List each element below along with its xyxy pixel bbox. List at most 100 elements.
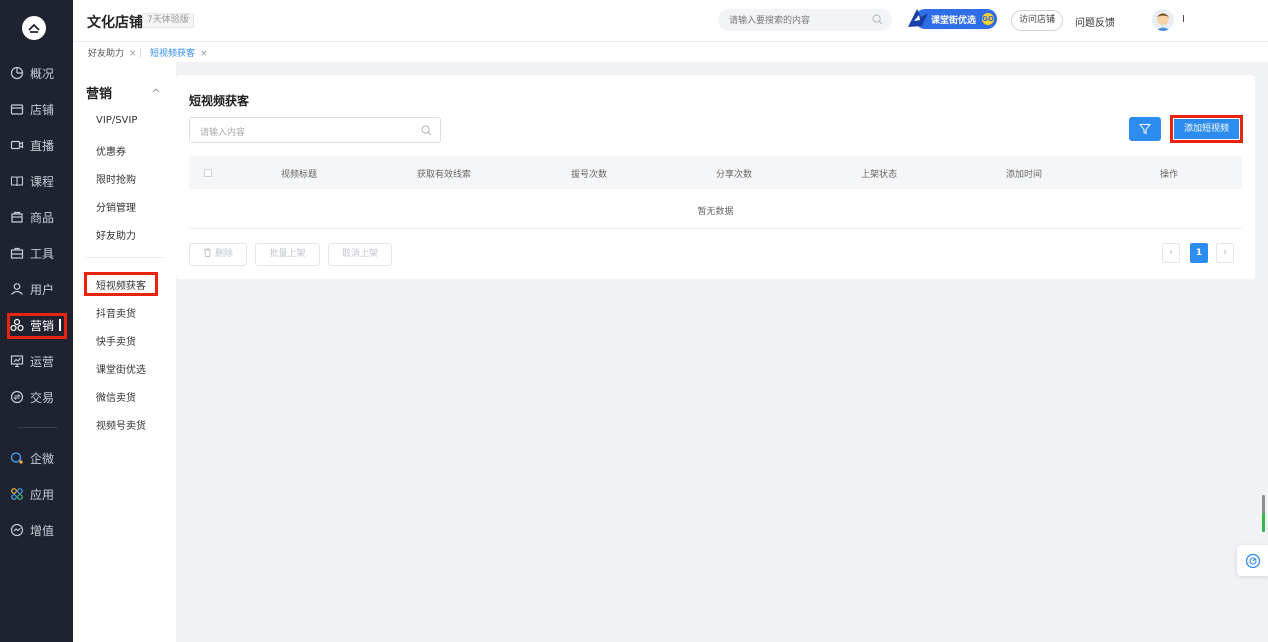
sub-item-friend-boost[interactable]: 好友助力	[96, 227, 136, 242]
nav-item-operation[interactable]: 运营	[0, 349, 73, 373]
search-icon[interactable]	[872, 14, 883, 25]
select-all-checkbox[interactable]	[204, 169, 212, 177]
user-icon	[10, 282, 24, 296]
live-icon	[10, 138, 24, 152]
table-header-cell: 视频标题	[280, 170, 318, 180]
scrollbar-thumb[interactable]	[1262, 513, 1265, 532]
nav-item-value-added[interactable]: 增值	[0, 518, 73, 542]
nav-label: 概况	[30, 66, 55, 81]
add-short-video-button[interactable]: 添加短视频	[1170, 115, 1243, 143]
empty-state-text: 暂无数据	[697, 207, 734, 217]
nav-label: 商品	[30, 210, 55, 225]
nav-highlight-box	[7, 313, 67, 339]
nav-item-user[interactable]: 用户	[0, 277, 73, 301]
nav-label: 企微	[30, 451, 55, 466]
nav-item-store[interactable]: 店铺	[0, 97, 73, 121]
table-header-cell: 分享次数	[715, 170, 753, 180]
close-icon[interactable]: ×	[129, 49, 137, 59]
nav-label: 店铺	[30, 102, 55, 117]
sub-item-highlight-box	[84, 272, 158, 296]
table-header: 视频标题 获取有效线索 拔号次数 分享次数 上架状态 添加时间 操作	[189, 156, 1242, 189]
tab-friend-boost[interactable]: 好友助力 ×	[88, 46, 137, 59]
nav-label: 工具	[30, 246, 55, 261]
table-header-cell: 上架状态	[860, 170, 898, 180]
pagination-next-button[interactable]: ›	[1216, 243, 1234, 263]
nav-label: 增值	[30, 523, 55, 538]
content-search-placeholder: 请输入内容	[200, 128, 246, 138]
promo-banner[interactable]: 课堂街优选 GO	[905, 5, 997, 31]
nav-item-course[interactable]: 课程	[0, 169, 73, 193]
avatar[interactable]	[1152, 9, 1174, 31]
customer-service-button[interactable]	[1237, 545, 1268, 576]
nav-item-tools[interactable]: 工具	[0, 241, 73, 265]
main-card: 短视频获客 请输入内容 添加短视频 视频标题 获取有效线索 拔号次数 分享次数 …	[176, 75, 1255, 279]
table-header-cell: 添加时间	[1005, 170, 1043, 180]
tab-short-video[interactable]: 短视频获客 ×	[150, 46, 208, 59]
filter-button[interactable]	[1129, 117, 1161, 141]
nav-active-indicator	[59, 319, 61, 331]
nav-label: 课程	[30, 174, 55, 189]
trade-icon	[10, 390, 24, 404]
tab-label: 好友助力	[88, 49, 125, 59]
close-icon[interactable]: ×	[200, 49, 208, 59]
nav-label: 应用	[30, 487, 55, 502]
filter-icon	[1139, 124, 1151, 135]
nav-label: 运营	[30, 354, 55, 369]
sub-item-vip[interactable]: VIP/SVIP	[96, 115, 137, 126]
customer-service-icon	[1245, 553, 1260, 568]
nav-divider	[18, 427, 58, 428]
nav-item-apps[interactable]: 应用	[0, 482, 73, 506]
nav-label: 直播	[30, 138, 55, 153]
sub-item-channels[interactable]: 视频号卖货	[96, 417, 146, 432]
sub-item-wechat[interactable]: 微信卖货	[96, 389, 136, 404]
nav-item-goods[interactable]: 商品	[0, 205, 73, 229]
tab-label: 短视频获客	[150, 49, 196, 59]
user-name[interactable]: I	[1182, 14, 1185, 25]
global-search-placeholder: 请输入要搜索的内容	[729, 16, 811, 26]
scrollbar[interactable]	[1262, 495, 1265, 532]
table-header-cell: 获取有效线索	[416, 170, 472, 180]
visit-store-button[interactable]: 访问店铺	[1011, 10, 1063, 31]
tab-separator	[140, 48, 141, 57]
tools-icon	[10, 246, 24, 260]
chevron-up-icon[interactable]	[152, 87, 160, 93]
pagination-current-page[interactable]: 1	[1190, 243, 1208, 263]
nav-item-wecom[interactable]: 企微	[0, 446, 73, 470]
tabs-bar: 好友助力 × 短视频获客 ×	[73, 42, 1268, 62]
nav-item-live[interactable]: 直播	[0, 133, 73, 157]
goods-icon	[10, 210, 24, 224]
feedback-link[interactable]: 问题反馈	[1075, 14, 1115, 29]
pagination-prev-button[interactable]: ‹	[1162, 243, 1180, 263]
sub-item-douyin[interactable]: 抖音卖货	[96, 305, 136, 320]
global-search-input[interactable]: 请输入要搜索的内容	[718, 9, 892, 31]
trial-badge: 7天体验版	[142, 13, 194, 28]
app-logo-icon[interactable]	[22, 16, 46, 40]
add-short-video-label: 添加短视频	[1174, 119, 1239, 139]
apps-icon	[10, 487, 24, 501]
sub-item-ketangjie[interactable]: 课堂街优选	[96, 361, 146, 376]
sub-item-distribution[interactable]: 分销管理	[96, 199, 136, 214]
page-title: 短视频获客	[189, 94, 250, 108]
sub-sidebar-title: 营销	[86, 87, 113, 102]
overview-icon	[10, 66, 24, 80]
cancel-list-button[interactable]: 取消上架	[328, 243, 392, 266]
value-added-icon	[10, 523, 24, 537]
search-icon[interactable]	[421, 125, 432, 136]
nav-item-trade[interactable]: 交易	[0, 385, 73, 409]
sub-item-coupon[interactable]: 优惠券	[96, 143, 126, 158]
promo-coin-badge: GO	[982, 13, 994, 25]
nav-item-overview[interactable]: 概况	[0, 61, 73, 85]
sub-item-kuaishou[interactable]: 快手卖货	[96, 333, 136, 348]
batch-list-button[interactable]: 批量上架	[255, 243, 320, 266]
content-search-input[interactable]: 请输入内容	[189, 117, 441, 143]
wecom-icon	[10, 451, 24, 465]
sub-sidebar: 营销 VIP/SVIP 优惠券 限时抢购 分销管理 好友助力 短视频获客 抖音卖…	[73, 62, 176, 642]
delete-label: 删除	[214, 249, 233, 259]
sub-item-flash-sale[interactable]: 限时抢购	[96, 171, 136, 186]
store-icon	[10, 102, 24, 116]
nav-label: 交易	[30, 390, 55, 405]
table-header-cell: 拔号次数	[570, 170, 608, 180]
shop-name: 文化店铺	[87, 15, 143, 31]
delete-button[interactable]: 删除	[189, 243, 247, 266]
table-header-cell: 操作	[1159, 170, 1179, 180]
